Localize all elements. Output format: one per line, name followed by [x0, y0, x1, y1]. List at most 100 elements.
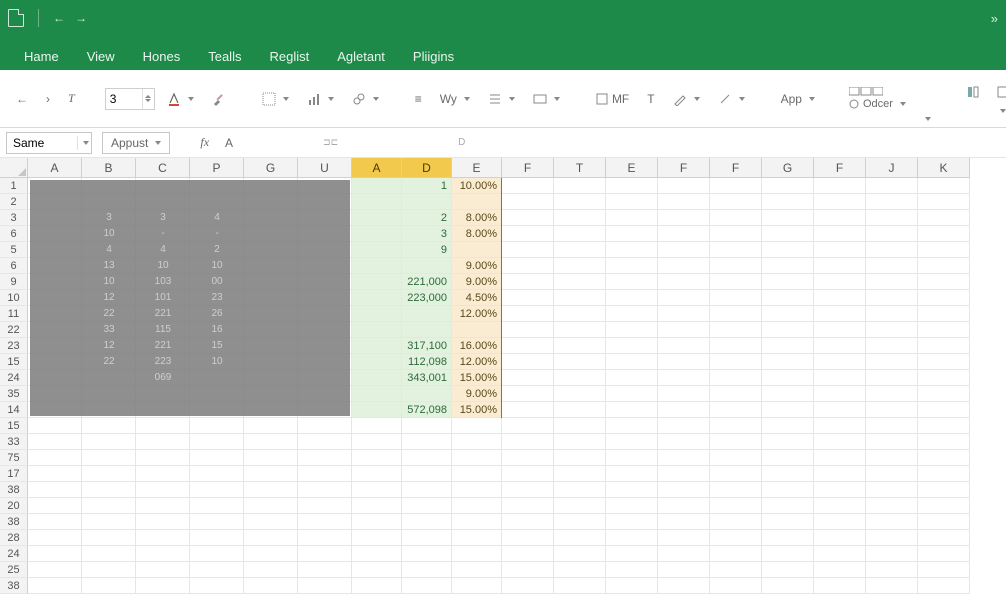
- cell[interactable]: [502, 370, 554, 386]
- cell[interactable]: [136, 482, 190, 498]
- cell[interactable]: [918, 386, 970, 402]
- cell[interactable]: [402, 418, 452, 434]
- cell[interactable]: [352, 306, 402, 322]
- cell[interactable]: [866, 562, 918, 578]
- app-dropdown[interactable]: App: [775, 88, 821, 110]
- cell[interactable]: [352, 578, 402, 594]
- cell[interactable]: [814, 290, 866, 306]
- cell[interactable]: [298, 546, 352, 562]
- cell[interactable]: [352, 530, 402, 546]
- row-header[interactable]: 17: [0, 466, 28, 482]
- column-header[interactable]: E: [606, 158, 658, 178]
- cell[interactable]: [136, 498, 190, 514]
- column-header[interactable]: A: [352, 158, 402, 178]
- cell[interactable]: [452, 450, 502, 466]
- cell[interactable]: [710, 258, 762, 274]
- cell[interactable]: [866, 466, 918, 482]
- cell[interactable]: [762, 578, 814, 594]
- row-header[interactable]: 38: [0, 482, 28, 498]
- cell[interactable]: [658, 194, 710, 210]
- cell[interactable]: [918, 546, 970, 562]
- cell[interactable]: [762, 306, 814, 322]
- cell[interactable]: [866, 370, 918, 386]
- menu-hones[interactable]: Hones: [143, 49, 181, 64]
- row-header[interactable]: 38: [0, 514, 28, 530]
- cell[interactable]: [762, 402, 814, 418]
- cell[interactable]: [866, 226, 918, 242]
- cell[interactable]: [762, 322, 814, 338]
- cell[interactable]: [502, 194, 554, 210]
- cell[interactable]: [82, 418, 136, 434]
- cell[interactable]: [452, 562, 502, 578]
- cell[interactable]: [762, 418, 814, 434]
- extra-drop-1[interactable]: [916, 113, 937, 127]
- font-size-spinner[interactable]: [105, 88, 155, 110]
- cell[interactable]: [866, 338, 918, 354]
- cell[interactable]: [658, 338, 710, 354]
- cell[interactable]: [814, 242, 866, 258]
- cell[interactable]: [814, 274, 866, 290]
- row-header[interactable]: 3: [0, 210, 28, 226]
- cell[interactable]: [28, 546, 82, 562]
- cell[interactable]: [814, 370, 866, 386]
- cell[interactable]: [762, 274, 814, 290]
- cell[interactable]: 8.00%: [452, 210, 502, 226]
- column-header[interactable]: P: [190, 158, 244, 178]
- cell[interactable]: [502, 290, 554, 306]
- cell[interactable]: [866, 498, 918, 514]
- cell[interactable]: [762, 530, 814, 546]
- cell[interactable]: [402, 482, 452, 498]
- cell[interactable]: [502, 450, 554, 466]
- cell[interactable]: [606, 498, 658, 514]
- cell[interactable]: [918, 258, 970, 274]
- cell[interactable]: [502, 514, 554, 530]
- cell[interactable]: [606, 178, 658, 194]
- cell[interactable]: 343,001: [402, 370, 452, 386]
- undo-button[interactable]: ←: [10, 88, 34, 110]
- cell[interactable]: [658, 530, 710, 546]
- cell[interactable]: [866, 322, 918, 338]
- cell[interactable]: [402, 434, 452, 450]
- cell[interactable]: [658, 210, 710, 226]
- cell[interactable]: [762, 546, 814, 562]
- cell[interactable]: [918, 578, 970, 594]
- cell[interactable]: [710, 210, 762, 226]
- cell[interactable]: [918, 338, 970, 354]
- cell[interactable]: [502, 434, 554, 450]
- cell[interactable]: [554, 226, 606, 242]
- cell[interactable]: [554, 242, 606, 258]
- cell[interactable]: 12.00%: [452, 354, 502, 370]
- cell[interactable]: [244, 418, 298, 434]
- cell[interactable]: [352, 322, 402, 338]
- cell[interactable]: [814, 498, 866, 514]
- cell[interactable]: [352, 178, 402, 194]
- cell[interactable]: [658, 226, 710, 242]
- cell[interactable]: [606, 354, 658, 370]
- cell[interactable]: [918, 306, 970, 322]
- cell[interactable]: [402, 386, 452, 402]
- cell[interactable]: [452, 498, 502, 514]
- cell[interactable]: [244, 498, 298, 514]
- cell[interactable]: [352, 290, 402, 306]
- cell[interactable]: [762, 562, 814, 578]
- column-header[interactable]: U: [298, 158, 352, 178]
- cell[interactable]: [866, 258, 918, 274]
- cell[interactable]: [352, 210, 402, 226]
- row-header[interactable]: 20: [0, 498, 28, 514]
- cell[interactable]: [606, 290, 658, 306]
- cell[interactable]: [606, 434, 658, 450]
- cell[interactable]: [606, 194, 658, 210]
- cell[interactable]: [452, 546, 502, 562]
- cell[interactable]: [866, 386, 918, 402]
- cell[interactable]: [402, 466, 452, 482]
- cell[interactable]: [658, 290, 710, 306]
- cell[interactable]: [190, 562, 244, 578]
- cell[interactable]: [452, 514, 502, 530]
- cell[interactable]: [244, 482, 298, 498]
- cell[interactable]: [710, 178, 762, 194]
- cell[interactable]: [352, 482, 402, 498]
- cell[interactable]: [606, 482, 658, 498]
- cell[interactable]: [298, 498, 352, 514]
- cell[interactable]: [298, 530, 352, 546]
- cell[interactable]: [814, 258, 866, 274]
